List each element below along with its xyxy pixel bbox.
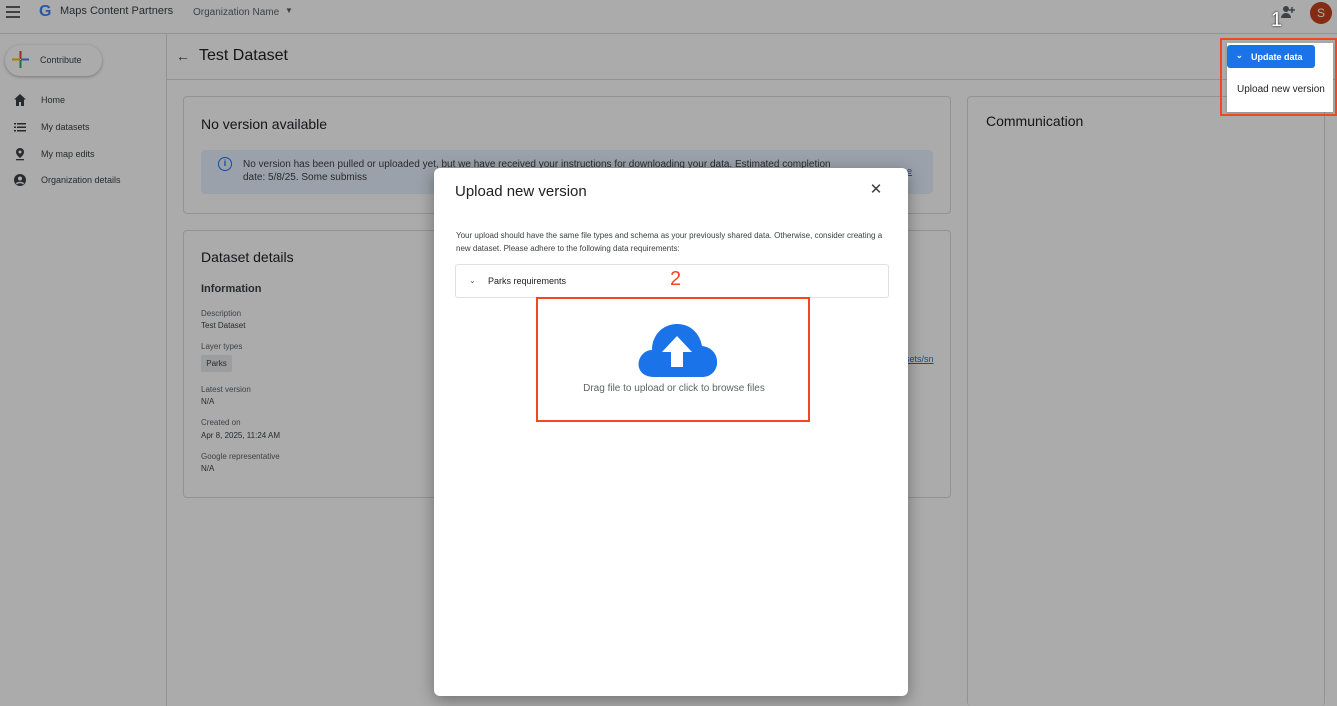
annotation-marker-2: 2: [670, 268, 682, 290]
chevron-down-icon: ⌄: [469, 276, 476, 285]
dialog-description: Your upload should have the same file ty…: [456, 231, 883, 253]
close-icon[interactable]: ✕: [869, 182, 883, 197]
annotation-box-1: [1220, 38, 1337, 116]
annotation-marker-1: 1: [1271, 9, 1283, 31]
upload-dialog: Upload new version ✕ Your upload should …: [434, 168, 908, 696]
accordion-label: Parks requirements: [488, 276, 567, 286]
dialog-title: Upload new version: [455, 183, 587, 200]
annotation-box-2: [536, 297, 810, 422]
